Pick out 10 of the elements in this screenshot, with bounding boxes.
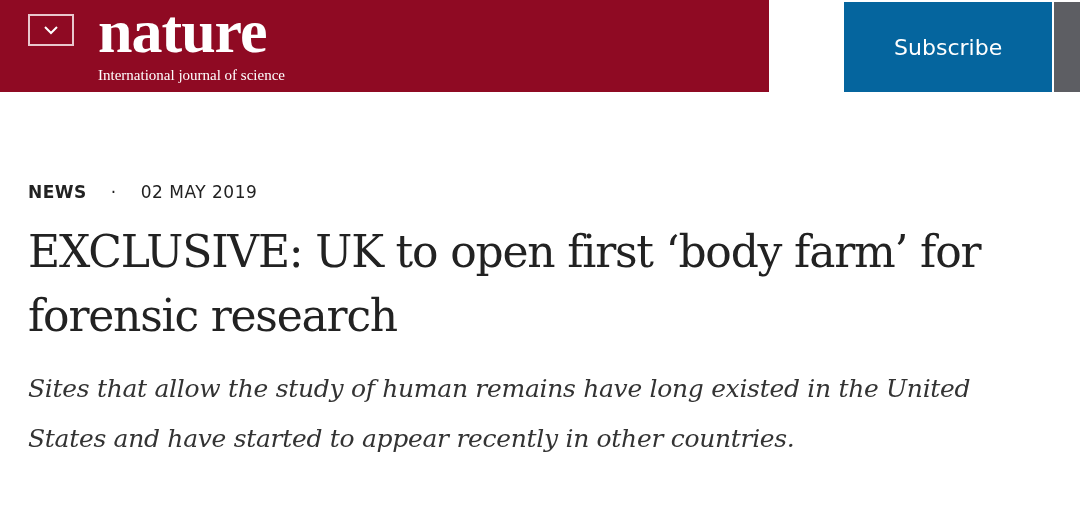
article-standfirst: Sites that allow the study of human remains have long existed in the United States and have started to appear recently in other countries. (28, 372, 972, 455)
publish-date: 02 MAY 2019 (140, 181, 258, 204)
chevron-down-icon (44, 25, 58, 35)
separator-dot: · (110, 181, 117, 204)
logo[interactable]: nature (98, 0, 285, 62)
tagline: International journal of science (98, 68, 285, 83)
article-title: EXCLUSIVE: UK to open first ‘body farm’ for forensic research (28, 224, 983, 343)
category-label[interactable]: NEWS (28, 180, 87, 206)
subscribe-button[interactable]: Subscribe (844, 2, 1053, 92)
menu-button[interactable] (28, 14, 74, 46)
